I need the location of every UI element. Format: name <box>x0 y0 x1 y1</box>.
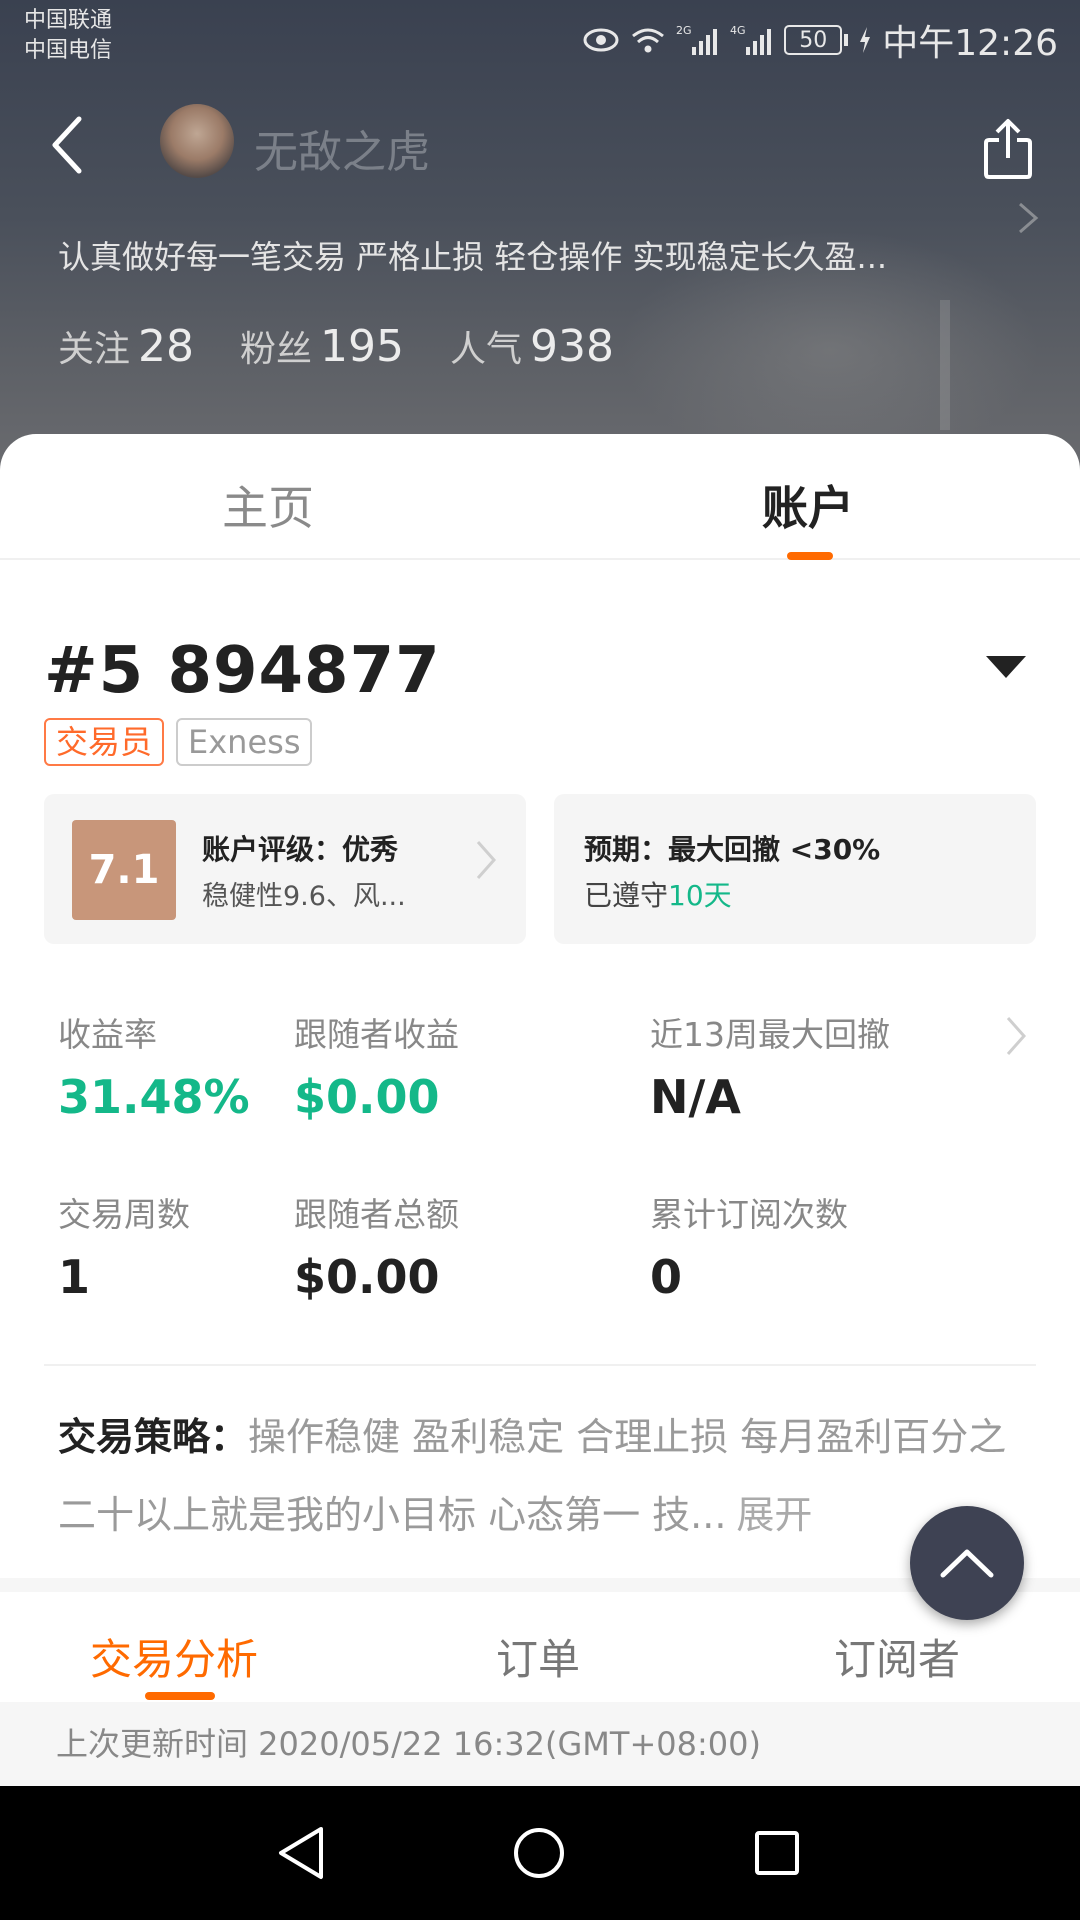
system-back-button[interactable] <box>268 1820 334 1886</box>
metric-label: 交易周数 <box>58 1195 190 1234</box>
back-button[interactable] <box>36 110 96 180</box>
tab-trade-analysis[interactable]: 交易分析 <box>90 1626 258 1687</box>
status-icons: 2G 4G 50 中午12:26 <box>582 14 1058 66</box>
strategy-expand-link[interactable]: 展开 <box>736 1493 812 1537</box>
stat-label: 关注 <box>58 329 131 370</box>
stat-popularity: 人气 938 <box>450 320 614 372</box>
system-nav-bar <box>0 1786 1080 1920</box>
rating-subtitle: 稳健性9.6、风... <box>202 881 406 912</box>
kept-prefix: 已遵守 <box>584 879 669 912</box>
bio-chevron-icon[interactable] <box>1016 200 1040 246</box>
stat-value: 28 <box>138 321 195 372</box>
main-tabs: 主页 账户 <box>0 434 1080 560</box>
square-recents-icon <box>755 1831 799 1875</box>
battery-icon: 50 <box>784 25 843 55</box>
subtab-active-indicator <box>145 1692 215 1700</box>
chevron-right-icon <box>474 838 498 886</box>
tag-trader: 交易员 <box>44 718 165 766</box>
avatar[interactable] <box>160 104 234 178</box>
share-button[interactable] <box>980 116 1036 182</box>
carrier-1: 中国联通 <box>24 8 113 33</box>
expectation-title: 预期：最大回撤 <30% <box>584 833 881 866</box>
charging-icon <box>858 20 872 60</box>
eye-icon <box>582 20 620 60</box>
metric-value: $0.00 <box>294 1250 440 1304</box>
status-bar: 中国联通 中国电信 2G 4G 50 中午12:26 <box>0 0 1080 72</box>
stat-label: 粉丝 <box>240 329 313 370</box>
metric-label: 收益率 <box>58 1015 157 1054</box>
share-icon <box>984 119 1032 179</box>
metric-value: 1 <box>58 1250 91 1304</box>
account-tags: 交易员 Exness <box>44 718 313 766</box>
trading-strategy: 交易策略：操作稳健 盈利稳定 合理止损 每月盈利百分之二十以上就是我的小目标 心… <box>58 1398 1018 1554</box>
metric-value: 31.48% <box>58 1070 250 1124</box>
stat-following[interactable]: 关注 28 <box>58 320 194 372</box>
kept-days: 10天 <box>668 879 732 912</box>
wifi-icon <box>630 20 666 60</box>
signal-4g-icon: 4G <box>730 20 774 60</box>
tab-account[interactable]: 账户 <box>762 472 854 538</box>
rating-score: 7.1 <box>72 820 176 920</box>
tab-active-indicator <box>787 552 833 560</box>
metric-label: 累计订阅次数 <box>650 1195 848 1234</box>
circle-home-icon <box>514 1828 564 1878</box>
account-dropdown-icon[interactable] <box>986 656 1026 678</box>
metric-label: 跟随者总额 <box>294 1195 459 1234</box>
header-background-streak <box>940 300 950 430</box>
bio-text: 认真做好每一笔交易 严格止损 轻仓操作 实现稳定长久盈... <box>58 238 888 276</box>
carrier-2: 中国电信 <box>24 38 113 63</box>
metric-value: N/A <box>650 1070 741 1124</box>
system-recents-button[interactable] <box>744 1820 810 1886</box>
system-home-button[interactable] <box>506 1820 572 1886</box>
expectation-card: 预期：最大回撤 <30% 已遵守10天 <box>554 794 1036 944</box>
carrier-labels: 中国联通 中国电信 <box>24 6 112 66</box>
metric-label: 跟随者收益 <box>294 1015 459 1054</box>
metric-label: 近13周最大回撤 <box>650 1015 890 1054</box>
account-rating-card[interactable]: 7.1 账户评级：优秀 稳健性9.6、风... <box>44 794 526 944</box>
metric-return-rate: 收益率 31.48% <box>58 1008 250 1124</box>
stat-label: 人气 <box>450 329 523 370</box>
stat-followers[interactable]: 粉丝 195 <box>240 320 404 372</box>
metric-subscription-count: 累计订阅次数 0 <box>650 1188 848 1304</box>
tag-broker: Exness <box>176 718 313 766</box>
divider <box>44 1364 1036 1366</box>
net-2g-label: 2G <box>676 24 692 37</box>
expectation-kept: 已遵守10天 <box>584 874 732 914</box>
battery-tip <box>844 34 849 46</box>
back-arrow-icon <box>52 116 82 174</box>
top-nav: 无敌之虎 <box>0 90 1080 200</box>
tab-home[interactable]: 主页 <box>222 472 314 538</box>
nickname: 无敌之虎 <box>254 127 430 178</box>
signal-2g-icon: 2G <box>676 20 720 60</box>
metric-value: $0.00 <box>294 1070 440 1124</box>
account-number: #5 894877 <box>44 634 441 708</box>
metric-follower-total: 跟随者总额 $0.00 <box>294 1188 459 1304</box>
scroll-to-top-button[interactable] <box>910 1506 1024 1620</box>
metric-trading-weeks: 交易周数 1 <box>58 1188 190 1304</box>
tab-orders[interactable]: 订单 <box>496 1626 580 1687</box>
battery-level: 50 <box>799 27 828 53</box>
triangle-back-icon <box>279 1827 323 1879</box>
metric-follower-profit: 跟随者收益 $0.00 <box>294 1008 459 1124</box>
rating-title: 账户评级：优秀 <box>202 833 399 866</box>
stat-value: 938 <box>530 321 615 372</box>
clock: 中午12:26 <box>882 23 1058 64</box>
tab-subscribers[interactable]: 订阅者 <box>834 1626 960 1687</box>
profile-stats: 关注 28 粉丝 195 人气 938 <box>58 320 614 372</box>
chevron-up-icon <box>940 1549 994 1578</box>
analysis-tabs: 交易分析 订单 订阅者 <box>0 1592 1080 1702</box>
stat-value: 195 <box>320 321 405 372</box>
chevron-right-icon[interactable] <box>1004 1014 1028 1062</box>
last-updated: 上次更新时间 2020/05/22 16:32(GMT+08:00) <box>0 1702 1080 1786</box>
profile-header: 中国联通 中国电信 2G 4G 50 中午12:26 无敌之虎 认真做好每一笔交… <box>0 0 1080 480</box>
screen: 中国联通 中国电信 2G 4G 50 中午12:26 无敌之虎 认真做好每一笔交… <box>0 0 1080 1920</box>
metric-value: 0 <box>650 1250 683 1304</box>
strategy-heading: 交易策略： <box>58 1415 249 1459</box>
net-4g-label: 4G <box>730 24 746 37</box>
metric-max-drawdown[interactable]: 近13周最大回撤 N/A <box>650 1008 890 1124</box>
